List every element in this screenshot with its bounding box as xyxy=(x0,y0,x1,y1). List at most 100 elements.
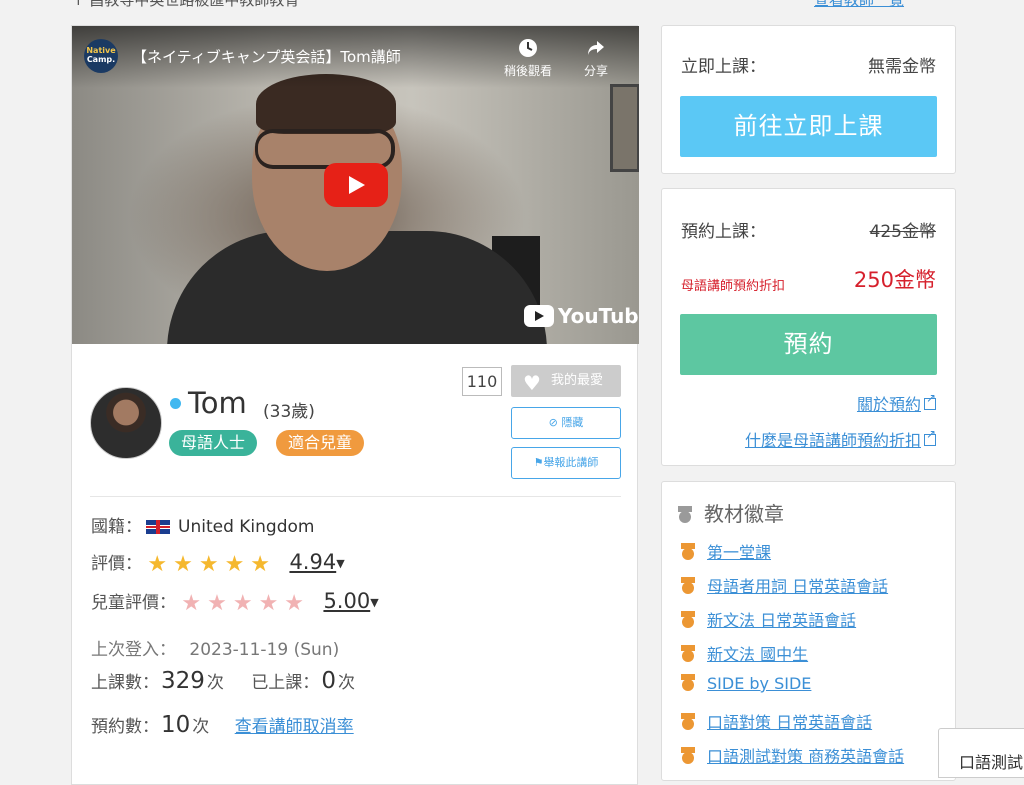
discount-info-label: 什麼是母語講師預約折扣 xyxy=(744,431,921,450)
clock-icon xyxy=(519,39,537,57)
share-button[interactable]: 分享 xyxy=(584,38,608,79)
online-status-dot xyxy=(170,398,181,409)
hide-label: 隱藏 xyxy=(561,416,584,429)
badges-card: 教材徽章 第一堂課 母語者用詞 日常英語會話 新文法 日常英語會話 新文法 國中… xyxy=(661,481,956,781)
favorite-count: 110 xyxy=(462,367,502,396)
native-speaker-tag: 母語人士 xyxy=(169,430,258,456)
badge-label: 新文法 國中生 xyxy=(707,645,809,664)
caret-down-icon[interactable]: ▼ xyxy=(370,596,378,609)
uk-flag-icon xyxy=(146,520,170,534)
youtube-brand[interactable]: YouTube xyxy=(524,304,639,328)
lessons-count: 329 xyxy=(161,668,205,694)
teacher-list-link[interactable]: 查看教師一覧 xyxy=(814,0,904,10)
lessons-row: 上課數：329 次 已上課：0 次 xyxy=(91,668,355,694)
channel-logo-line2: Camp. xyxy=(86,55,116,64)
video-wall-picture xyxy=(610,84,639,172)
hide-button[interactable]: ⊘ 隱藏 xyxy=(511,407,621,439)
watch-later-button[interactable]: 稍後觀看 xyxy=(504,38,552,79)
external-link-icon xyxy=(924,427,936,446)
medal-icon xyxy=(678,506,692,523)
medal-icon xyxy=(681,747,695,764)
kids-rating-stars: ★★★★★ xyxy=(181,591,311,616)
taken-unit: 次 xyxy=(337,673,355,693)
badge-item[interactable]: 新文法 日常英語會話 xyxy=(681,607,856,631)
badge-label: 口語對策 日常英語會話 xyxy=(707,713,873,732)
badge-item[interactable]: 口語測試對策 商務英語會話 xyxy=(681,743,904,767)
badge-item[interactable]: 第一堂課 xyxy=(681,539,771,563)
badge-item[interactable]: SIDE by SIDE xyxy=(681,674,811,693)
teacher-name: Tom xyxy=(188,386,247,420)
lessons-unit: 次 xyxy=(206,673,224,693)
rating-row: 評價： ★★★★★ 4.94▼ xyxy=(91,549,345,577)
taken-label: 已上課： xyxy=(251,673,320,693)
top-breadcrumb-text: ↑ 昌教导中英世路被匯中教師教育 xyxy=(72,0,300,9)
caret-down-icon[interactable]: ▼ xyxy=(336,557,344,570)
badge-label: SIDE by SIDE xyxy=(707,674,812,693)
flag-icon: ⚑ xyxy=(533,456,544,469)
lessons-label: 上課數： xyxy=(91,673,159,693)
badge-item[interactable]: 母語者用詞 日常英語會話 xyxy=(681,573,888,597)
rating-stars: ★★★★★ xyxy=(147,552,277,577)
rating-label: 評價： xyxy=(91,554,142,574)
reservation-label: 預約上課： xyxy=(681,222,766,242)
badge-label: 第一堂課 xyxy=(707,543,772,562)
about-reservation-label: 關於預約 xyxy=(856,395,921,414)
badge-label: 母語者用詞 日常英語會話 xyxy=(707,577,889,596)
channel-logo[interactable]: Native Camp. xyxy=(84,39,118,73)
discount-price: 250金幣 xyxy=(853,268,936,292)
medal-icon xyxy=(681,713,695,730)
share-label: 分享 xyxy=(584,64,609,78)
badges-heading: 教材徽章 xyxy=(678,498,784,527)
report-label: 舉報此講師 xyxy=(543,456,599,469)
discount-info-link[interactable]: 什麼是母語講師預約折扣 xyxy=(745,427,936,451)
instant-lesson-label: 立即上課： xyxy=(681,57,766,77)
watch-later-label: 稍後觀看 xyxy=(504,64,553,78)
video-title[interactable]: 【ネイティブキャンプ英会話】Tom講師 xyxy=(132,46,401,67)
favorite-button[interactable]: ♥ 我的最愛 xyxy=(511,365,621,397)
heart-icon: ♥ xyxy=(523,371,541,395)
rating-value[interactable]: 4.94 xyxy=(289,550,336,574)
about-reservation-link[interactable]: 關於預約 xyxy=(857,391,936,415)
last-login-row: 上次登入： 2023-11-19 (Sun) xyxy=(91,635,339,660)
badge-item[interactable]: 口語對策 日常英語會話 xyxy=(681,709,872,733)
instant-lesson-card: 立即上課： 無需金幣 前往立即上課 xyxy=(661,25,956,174)
reserve-button[interactable]: 預約 xyxy=(680,314,937,375)
divider xyxy=(90,496,621,497)
reservations-count: 10 xyxy=(161,712,191,738)
badge-label: 口語測試對策 商務英語會話 xyxy=(707,747,905,766)
channel-logo-line1: Native xyxy=(86,46,116,55)
report-button[interactable]: ⚑舉報此講師 xyxy=(511,447,621,479)
youtube-icon xyxy=(524,305,554,327)
kids-rating-value[interactable]: 5.00 xyxy=(323,589,370,613)
taken-count: 0 xyxy=(321,668,336,694)
badge-label: 新文法 日常英語會話 xyxy=(707,611,857,630)
play-button[interactable] xyxy=(324,163,388,207)
discount-label: 母語講師預約折扣 xyxy=(681,279,786,294)
reservation-card: 預約上課： 425金幣 母語講師預約折扣 250金幣 預約 關於預約 什麼是母語… xyxy=(661,188,956,466)
reservations-row: 預約數：10 次 查看講師取消率 xyxy=(91,712,354,738)
start-lesson-button[interactable]: 前往立即上課 xyxy=(680,96,937,157)
teacher-age: (33歲) xyxy=(263,402,315,422)
last-login-label: 上次登入： xyxy=(91,640,176,660)
teacher-avatar xyxy=(90,387,162,459)
kids-rating-label: 兒童評價： xyxy=(91,593,176,613)
badge-item[interactable]: 新文法 國中生 xyxy=(681,641,808,665)
medal-icon xyxy=(681,611,695,628)
favorite-label: 我的最愛 xyxy=(551,373,604,388)
external-link-icon xyxy=(924,391,936,410)
share-icon xyxy=(588,41,604,55)
floating-tab[interactable]: 口語測試 xyxy=(938,728,1024,778)
badges-title: 教材徽章 xyxy=(704,502,784,526)
original-price: 425金幣 xyxy=(869,222,936,242)
youtube-brand-text: YouTube xyxy=(558,304,639,328)
last-login-value: 2023-11-19 (Sun) xyxy=(189,640,340,660)
instant-lesson-price: 無需金幣 xyxy=(868,57,936,77)
nationality-row: 國籍： United Kingdom xyxy=(91,512,314,537)
cancel-rate-link[interactable]: 查看講師取消率 xyxy=(235,717,354,737)
medal-icon xyxy=(681,543,695,560)
reservations-label: 預約數： xyxy=(91,717,159,737)
medal-icon xyxy=(681,645,695,662)
reservations-unit: 次 xyxy=(192,717,210,737)
nationality-label: 國籍： xyxy=(91,517,142,537)
intro-video[interactable]: Native Camp. 【ネイティブキャンプ英会話】Tom講師 稍後觀看 分享… xyxy=(72,26,639,344)
